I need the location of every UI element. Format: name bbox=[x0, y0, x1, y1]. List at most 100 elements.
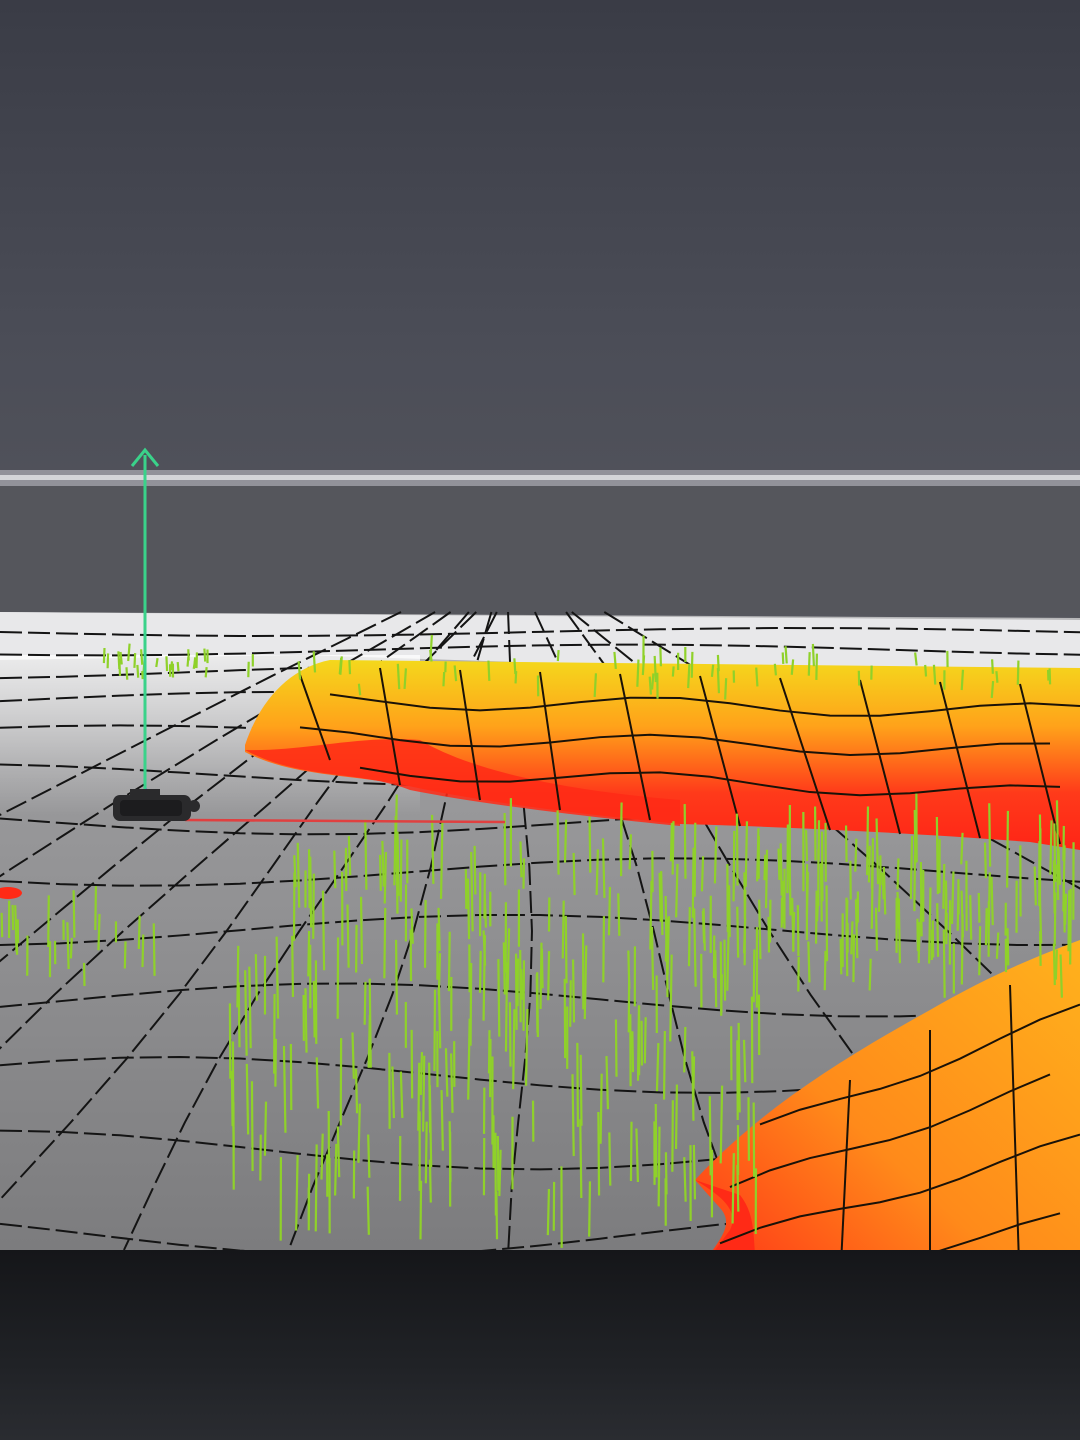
grass-blade bbox=[635, 1128, 640, 1183]
grass-blade bbox=[737, 1022, 741, 1113]
3d-viewport[interactable] bbox=[0, 0, 1080, 1440]
grass-blade bbox=[742, 917, 747, 954]
grass-blade bbox=[763, 854, 767, 881]
grass-blade bbox=[796, 905, 800, 957]
grass-blade bbox=[710, 664, 715, 677]
grass-blade bbox=[654, 1104, 658, 1178]
grass-blade bbox=[503, 813, 507, 886]
grass-blade bbox=[687, 907, 691, 967]
grass-blade bbox=[192, 659, 197, 670]
grass-blade bbox=[546, 1188, 551, 1236]
grass-blade bbox=[660, 871, 664, 936]
grass-blade bbox=[97, 914, 101, 951]
grass-blade bbox=[995, 932, 1000, 959]
grass-blade bbox=[990, 876, 994, 926]
grass-blade bbox=[969, 895, 973, 940]
grass-blade bbox=[605, 1056, 610, 1110]
grass-blade bbox=[535, 973, 539, 1033]
grass-blade bbox=[539, 942, 543, 1010]
grass-blade bbox=[379, 854, 382, 891]
grass-blade bbox=[383, 851, 388, 904]
grass-blade bbox=[839, 938, 843, 975]
grass-blade bbox=[719, 941, 723, 1013]
grass-blade bbox=[396, 663, 401, 690]
grass-blade bbox=[868, 958, 872, 991]
grass-blade bbox=[924, 664, 928, 677]
grass-blade bbox=[410, 1029, 414, 1099]
grass-blade bbox=[514, 953, 518, 1030]
grass-blade bbox=[312, 981, 316, 1038]
grass-blade bbox=[1049, 820, 1053, 875]
grass-blade bbox=[563, 819, 568, 863]
horizon-glare-core bbox=[0, 475, 1080, 480]
grass-blade bbox=[784, 646, 788, 664]
grass-blade bbox=[731, 1153, 735, 1224]
grass-blade bbox=[263, 1101, 268, 1156]
grass-blade bbox=[430, 814, 435, 884]
grass-blade bbox=[512, 1009, 516, 1090]
grass-blade bbox=[643, 1017, 647, 1064]
grass-blade bbox=[428, 1159, 432, 1203]
grass-blade bbox=[569, 980, 572, 1027]
grass-blade bbox=[351, 1032, 355, 1079]
grass-blade bbox=[714, 950, 718, 1008]
grass-blade bbox=[437, 987, 442, 1049]
grass-blade bbox=[295, 1155, 299, 1231]
grass-blade bbox=[593, 673, 598, 697]
grass-blade bbox=[597, 1111, 601, 1196]
grass-blade bbox=[338, 657, 343, 675]
grass-blade bbox=[0, 912, 4, 938]
grass-blade bbox=[687, 663, 691, 689]
grass-blade bbox=[804, 830, 809, 862]
grass-blade bbox=[779, 843, 783, 896]
grass-blade bbox=[602, 916, 606, 983]
grass-blade bbox=[429, 634, 433, 661]
grass-blade bbox=[671, 821, 675, 875]
grass-blade bbox=[659, 647, 663, 667]
grass-blade bbox=[807, 652, 811, 676]
grass-blade bbox=[628, 834, 633, 870]
grass-blade bbox=[579, 1119, 583, 1198]
grass-blade bbox=[691, 847, 695, 918]
grass-blade bbox=[866, 806, 870, 876]
grass-blade bbox=[735, 813, 739, 886]
grass-blade bbox=[470, 851, 474, 932]
grass-blade bbox=[364, 819, 368, 890]
grass-blade bbox=[367, 1134, 371, 1178]
grass-blade bbox=[909, 835, 914, 900]
grass-blade bbox=[1056, 864, 1060, 901]
grass-blade bbox=[1067, 890, 1071, 952]
grass-blade bbox=[867, 845, 871, 883]
grass-blade bbox=[312, 873, 315, 939]
grass-blade bbox=[726, 923, 730, 991]
grass-blade bbox=[293, 855, 297, 888]
grass-blade bbox=[1057, 848, 1062, 885]
grass-blade bbox=[245, 1063, 250, 1135]
grass-blade bbox=[399, 839, 403, 902]
grass-blade bbox=[366, 1186, 370, 1235]
grass-blade bbox=[601, 838, 606, 898]
grass-blade bbox=[756, 828, 760, 882]
grass-blade bbox=[399, 1071, 404, 1118]
grass-blade bbox=[547, 951, 551, 1001]
grass-blade bbox=[708, 1096, 712, 1176]
grass-blade bbox=[716, 668, 721, 694]
grass-blade bbox=[309, 856, 313, 928]
grass-blade bbox=[990, 680, 995, 699]
grass-blade bbox=[988, 803, 992, 867]
grass-blade bbox=[653, 655, 657, 683]
grass-blade bbox=[94, 886, 98, 931]
grass-blade bbox=[671, 1100, 674, 1172]
grass-blade bbox=[651, 673, 655, 690]
grass-blade bbox=[119, 651, 123, 665]
grass-blade bbox=[394, 939, 399, 1015]
grass-blade bbox=[692, 1144, 697, 1200]
grass-blade bbox=[1059, 954, 1063, 998]
horizon-band bbox=[0, 486, 1080, 614]
monitor-bezel bbox=[0, 1250, 1080, 1440]
grass-blade bbox=[736, 1164, 740, 1212]
grass-blade bbox=[133, 652, 137, 668]
grass-blade bbox=[683, 804, 687, 879]
grass-blade bbox=[473, 845, 477, 895]
grass-blade bbox=[950, 871, 955, 924]
